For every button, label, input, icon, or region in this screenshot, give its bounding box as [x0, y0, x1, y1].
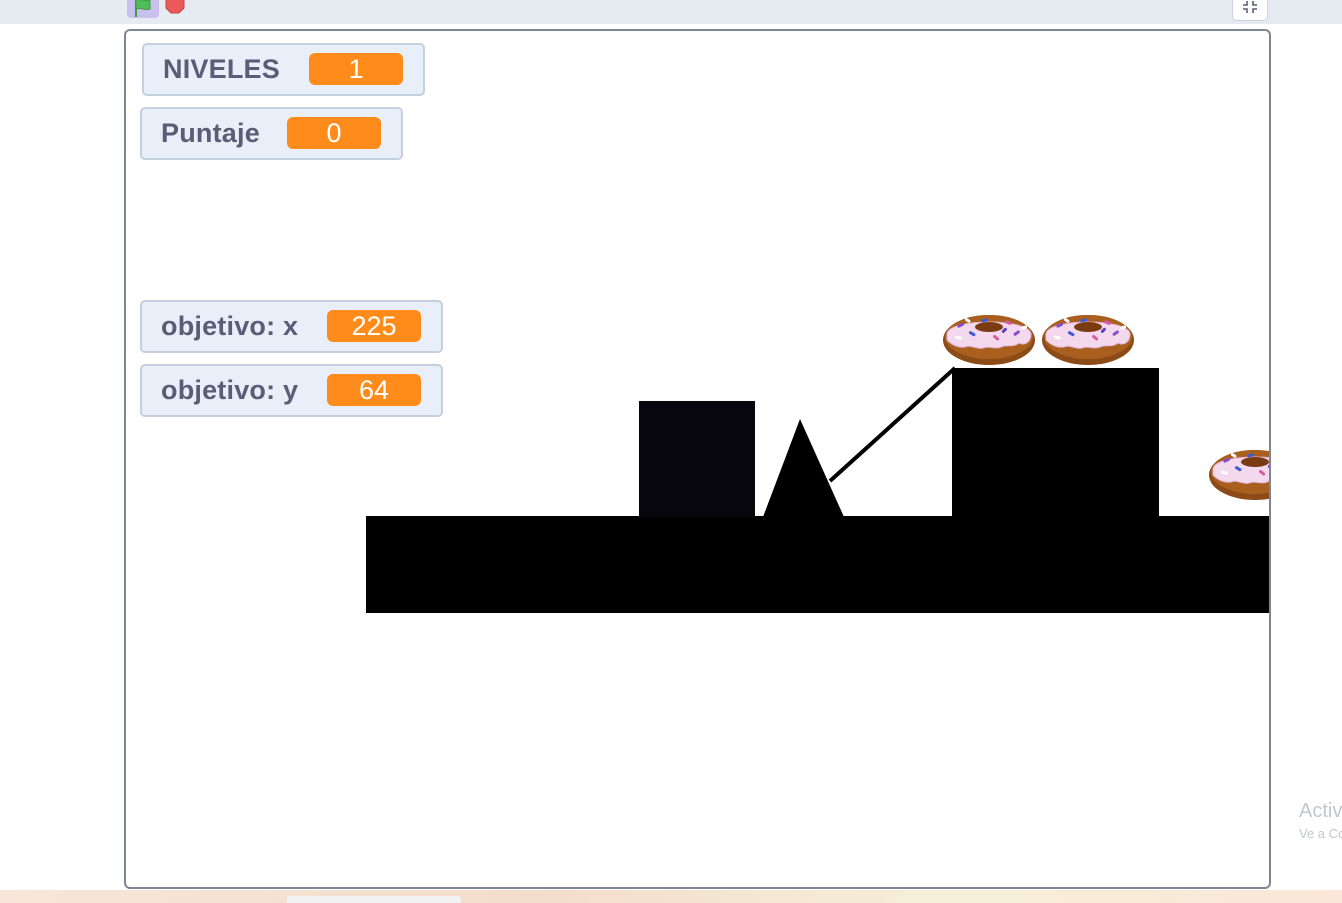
monitor-puntaje: Puntaje 0 — [140, 107, 403, 160]
green-flag-button[interactable] — [127, 0, 159, 18]
exit-fullscreen-icon — [1243, 1, 1257, 13]
green-flag-icon — [135, 0, 151, 17]
stop-button[interactable] — [165, 0, 185, 14]
monitor-label: objetivo: y — [161, 375, 299, 405]
watermark-title: Activ — [1299, 800, 1342, 822]
ground-platform — [366, 516, 1269, 613]
windows-activation-watermark: Activ Ve a Co — [1299, 800, 1342, 841]
monitor-objetivo-x: objetivo: x 225 — [140, 300, 443, 353]
stop-sign-icon — [165, 0, 185, 14]
ramp-line — [828, 366, 957, 483]
monitor-value: 1 — [309, 53, 403, 85]
monitor-label: Puntaje — [161, 118, 260, 148]
donut-sprite-1[interactable] — [942, 314, 1036, 366]
tall-block — [952, 368, 1159, 518]
monitor-label: objetivo: x — [161, 311, 299, 341]
taskbar-edge — [0, 890, 1342, 903]
donut-sprite-3[interactable] — [1208, 449, 1269, 501]
stage-header-bar — [0, 0, 1342, 24]
spike-triangle — [763, 419, 844, 517]
monitor-objetivo-y: objetivo: y 64 — [140, 364, 443, 417]
taskbar-tab[interactable] — [287, 896, 461, 903]
stage[interactable]: NIVELES 1 Puntaje 0 objetivo: x 225 obje… — [124, 29, 1271, 889]
monitor-value: 225 — [327, 310, 421, 342]
donut-sprite-2[interactable] — [1041, 314, 1135, 366]
small-block — [639, 401, 755, 518]
exit-fullscreen-button[interactable] — [1232, 0, 1268, 21]
monitor-niveles: NIVELES 1 — [142, 43, 425, 96]
monitor-value: 64 — [327, 374, 421, 406]
monitor-label: NIVELES — [163, 54, 280, 84]
watermark-subtitle: Ve a Co — [1299, 826, 1342, 841]
monitor-value: 0 — [287, 117, 381, 149]
